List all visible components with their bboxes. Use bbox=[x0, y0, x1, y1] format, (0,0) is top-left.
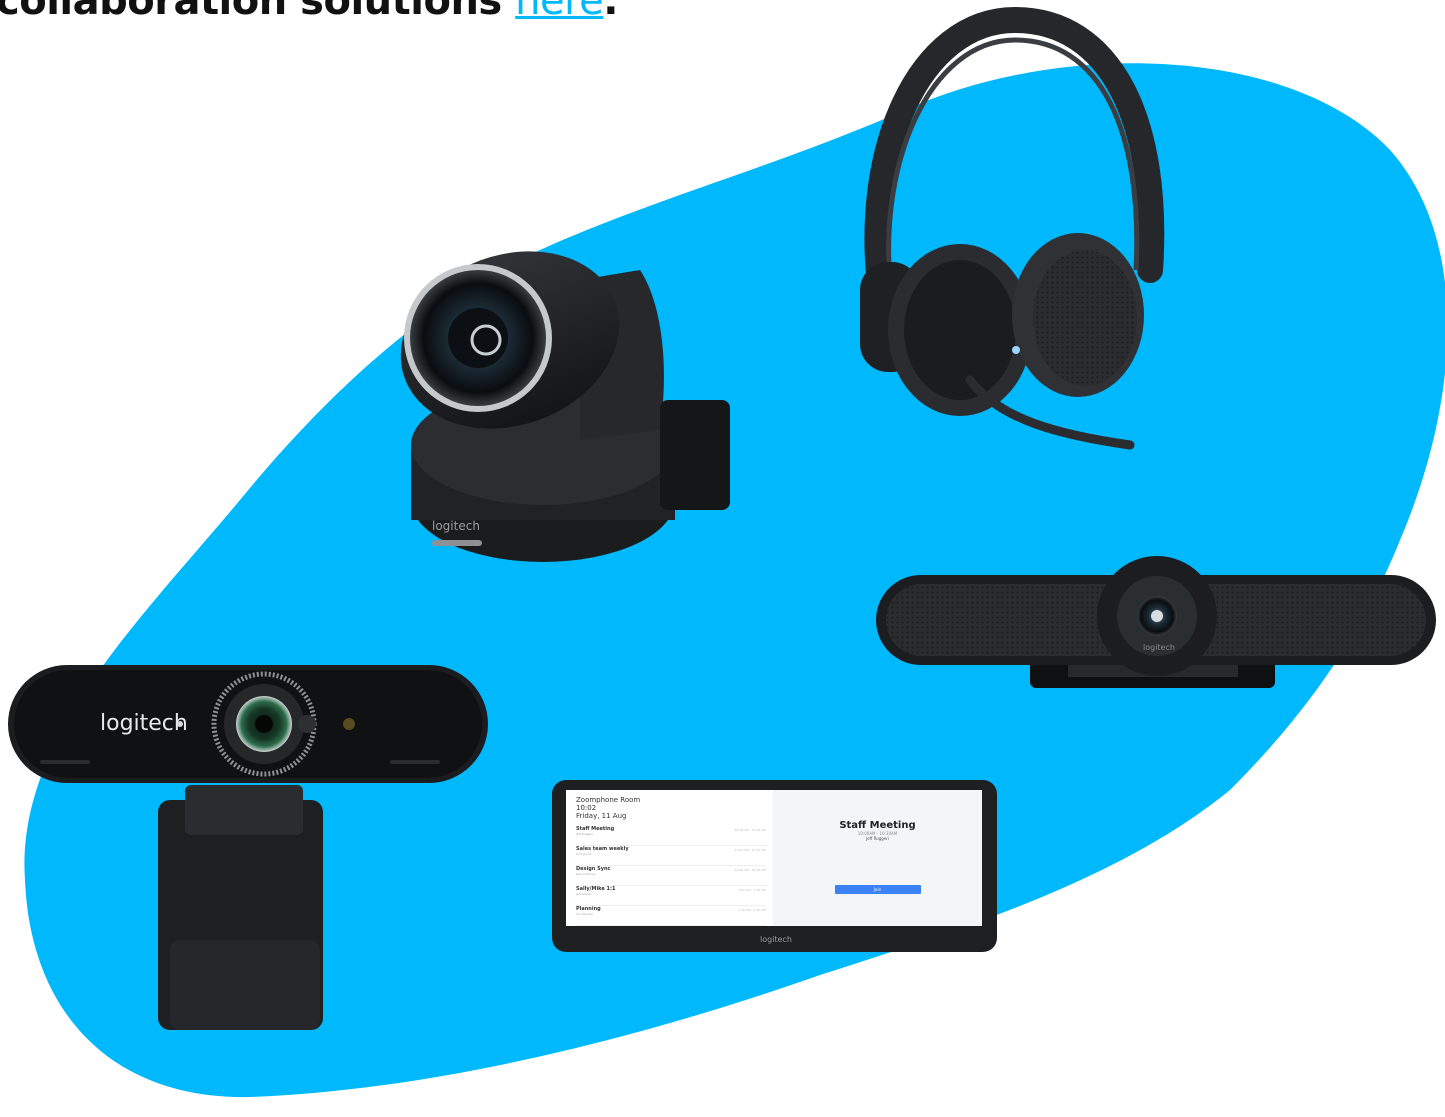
meeting-row[interactable]: Planning Ana Mossle 1:30 AM - 2:30 AM bbox=[576, 906, 766, 926]
room-date: Friday, 11 Aug bbox=[576, 812, 627, 820]
meeting-row[interactable]: Staff Meeting Jeff Ruggeri 10:00 AM - 10:3… bbox=[576, 826, 766, 846]
meeting-time: 1:00 AM - 1:30 AM bbox=[738, 888, 766, 892]
meeting-time: 11:00 AM - 11:30 AM bbox=[734, 848, 766, 852]
meeting-row[interactable]: Design Sync Dea Lattimer 12:00 AM - 12:30 … bbox=[576, 866, 766, 886]
meeting-subtitle: Dea Lattimer bbox=[576, 872, 596, 876]
join-button[interactable]: Join bbox=[834, 885, 921, 894]
meeting-row[interactable]: Sales team weekly Kurt Jarvis 11:00 AM - 1… bbox=[576, 846, 766, 866]
tablet-brand-text: logitech bbox=[760, 935, 792, 944]
ptz-brand-text: logitech bbox=[432, 519, 480, 533]
meeting-subtitle: Ana Mossle bbox=[576, 912, 593, 916]
room-time: 10:02 bbox=[576, 804, 597, 812]
meeting-row[interactable]: Sally/Mike 1:1 Jen Grazik 1:00 AM - 1:30 A… bbox=[576, 886, 766, 906]
meeting-time: 1:30 AM - 2:30 AM bbox=[738, 908, 766, 912]
bar-brand-text: logitech bbox=[1143, 643, 1175, 652]
meeting-time: 10:00 AM - 10:30 AM bbox=[734, 828, 766, 832]
current-meeting-title: Staff Meeting bbox=[839, 820, 916, 831]
meeting-time: 12:00 AM - 12:30 AM bbox=[734, 868, 766, 872]
meeting-subtitle: Jeff Ruggeri bbox=[576, 832, 594, 836]
tablet-screen: Zoomphone Room 10:02 Friday, 11 Aug Staf… bbox=[566, 790, 982, 926]
room-name: Zoomphone Room bbox=[576, 796, 641, 804]
webcam-brand-text: logitech bbox=[100, 711, 188, 736]
current-meeting-host: Jeff Ruggeri bbox=[865, 836, 890, 841]
tablet-agenda: Zoomphone Room 10:02 Friday, 11 Aug Staf… bbox=[576, 796, 766, 926]
meeting-list: Staff Meeting Jeff Ruggeri 10:00 AM - 10:3… bbox=[576, 826, 766, 926]
product-illustration: logitech logitech logitech logitech bbox=[8, 6, 1445, 1098]
meeting-subtitle: Jen Grazik bbox=[576, 892, 592, 896]
current-meeting-panel: Staff Meeting 10:00AM - 10:30AM Jeff Rug… bbox=[773, 790, 982, 926]
meeting-subtitle: Kurt Jarvis bbox=[576, 852, 592, 856]
